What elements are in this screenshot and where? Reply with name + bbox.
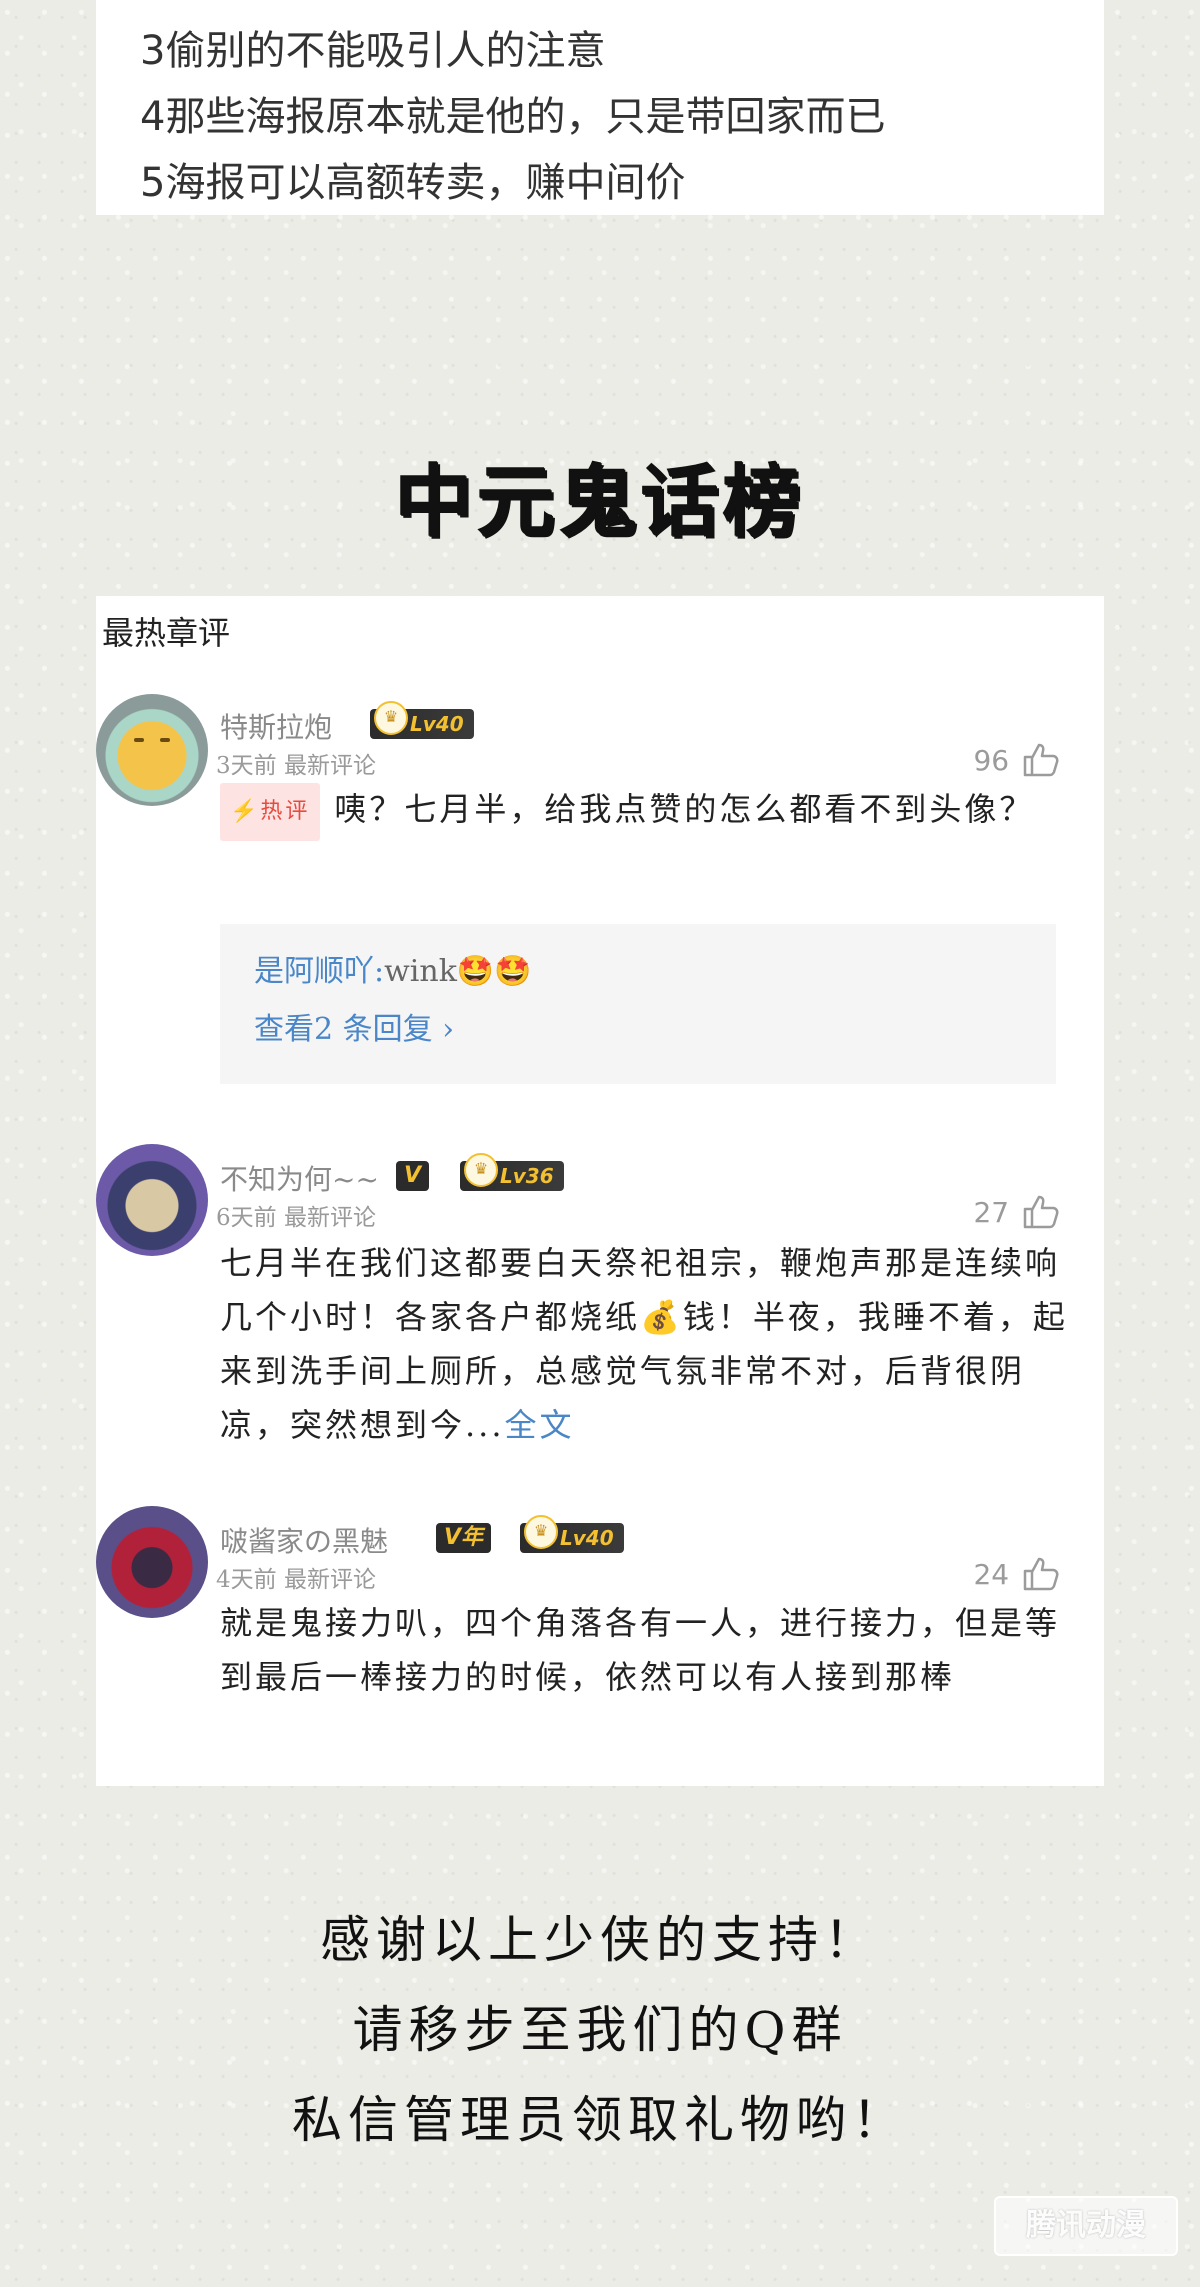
crown-icon: ♛ bbox=[464, 1153, 498, 1187]
comment-text: 七月半在我们这都要白天祭祀祖宗，鞭炮声那是连续响几个小时！各家各户都烧纸💰钱！半… bbox=[220, 1244, 1068, 1444]
brand-watermark: 腾讯动漫 bbox=[994, 2196, 1178, 2256]
hot-comment-badge: ⚡热评 bbox=[220, 782, 321, 841]
like-count: 27 bbox=[973, 1195, 1010, 1229]
like-button[interactable]: 96 bbox=[973, 742, 1060, 778]
comment-meta: 3天前 最新评论 bbox=[216, 753, 376, 779]
crown-icon: ♛ bbox=[524, 1515, 558, 1549]
comment-meta: 6天前 最新评论 bbox=[216, 1205, 376, 1231]
avatar[interactable] bbox=[96, 694, 208, 806]
list-item: 5海报可以高额转卖，赚中间价 bbox=[140, 160, 686, 206]
crown-icon: ♛ bbox=[374, 701, 408, 735]
view-replies-link[interactable]: 查看2 条回复 › bbox=[254, 1004, 454, 1048]
like-count: 96 bbox=[973, 743, 1010, 777]
level-badge: ♛ Lv36 bbox=[460, 1153, 564, 1191]
like-button[interactable]: 24 bbox=[973, 1556, 1060, 1592]
top-list-card: 3偷别的不能吸引人的注意 4那些海报原本就是他的，只是带回家而已 5海报可以高额… bbox=[96, 0, 1104, 215]
username[interactable]: 特斯拉炮 bbox=[220, 706, 332, 746]
reply-author[interactable]: 是阿顺吖: bbox=[254, 954, 384, 989]
thumbs-up-icon bbox=[1023, 1557, 1059, 1591]
like-button[interactable]: 27 bbox=[973, 1194, 1060, 1230]
avatar[interactable] bbox=[96, 1144, 208, 1256]
like-count: 24 bbox=[973, 1557, 1010, 1591]
reply-line: 是阿顺吖:wink🤩🤩 bbox=[254, 946, 532, 990]
comment-text: ⚡热评 咦？七月半，给我点赞的怎么都看不到头像？ bbox=[220, 782, 1060, 841]
list-item: 3偷别的不能吸引人的注意 bbox=[140, 28, 606, 74]
comments-card: 最热章评 特斯拉炮 ♛ Lv40 3天前 最新评论 96 ⚡热评 咦？七月半，给我… bbox=[96, 596, 1104, 1786]
thanks-line: 请移步至我们的Q群 bbox=[352, 2001, 848, 2059]
thanks-line: 私信管理员领取礼物哟！ bbox=[292, 2091, 908, 2149]
vip-badge: V年 bbox=[436, 1523, 492, 1553]
comment-text: 就是鬼接力叭，四个角落各有一人，进行接力，但是等到最后一棒接力的时候，依然可以有… bbox=[220, 1604, 1061, 1696]
comment-meta: 4天前 最新评论 bbox=[216, 1567, 376, 1593]
page-title: 中元鬼话榜 bbox=[394, 458, 805, 548]
thumbs-up-icon bbox=[1023, 1195, 1059, 1229]
thanks-line: 感谢以上少侠的支持！ bbox=[320, 1911, 880, 1969]
level-badge: ♛ Lv40 bbox=[520, 1515, 624, 1553]
vip-badge: V bbox=[396, 1161, 430, 1191]
username[interactable]: 啵酱家の黑魅 bbox=[220, 1520, 388, 1560]
full-text-link[interactable]: 全文 bbox=[505, 1406, 575, 1444]
list-item: 4那些海报原本就是他的，只是带回家而已 bbox=[140, 94, 886, 140]
thumbs-up-icon bbox=[1023, 743, 1059, 777]
reply-preview[interactable]: 是阿顺吖:wink🤩🤩 查看2 条回复 › bbox=[220, 924, 1056, 1084]
avatar[interactable] bbox=[96, 1506, 208, 1618]
level-badge: ♛ Lv40 bbox=[370, 701, 474, 739]
section-title: 最热章评 bbox=[102, 614, 231, 652]
reply-text: wink🤩🤩 bbox=[384, 954, 532, 989]
username[interactable]: 不知为何~~ bbox=[220, 1158, 379, 1198]
